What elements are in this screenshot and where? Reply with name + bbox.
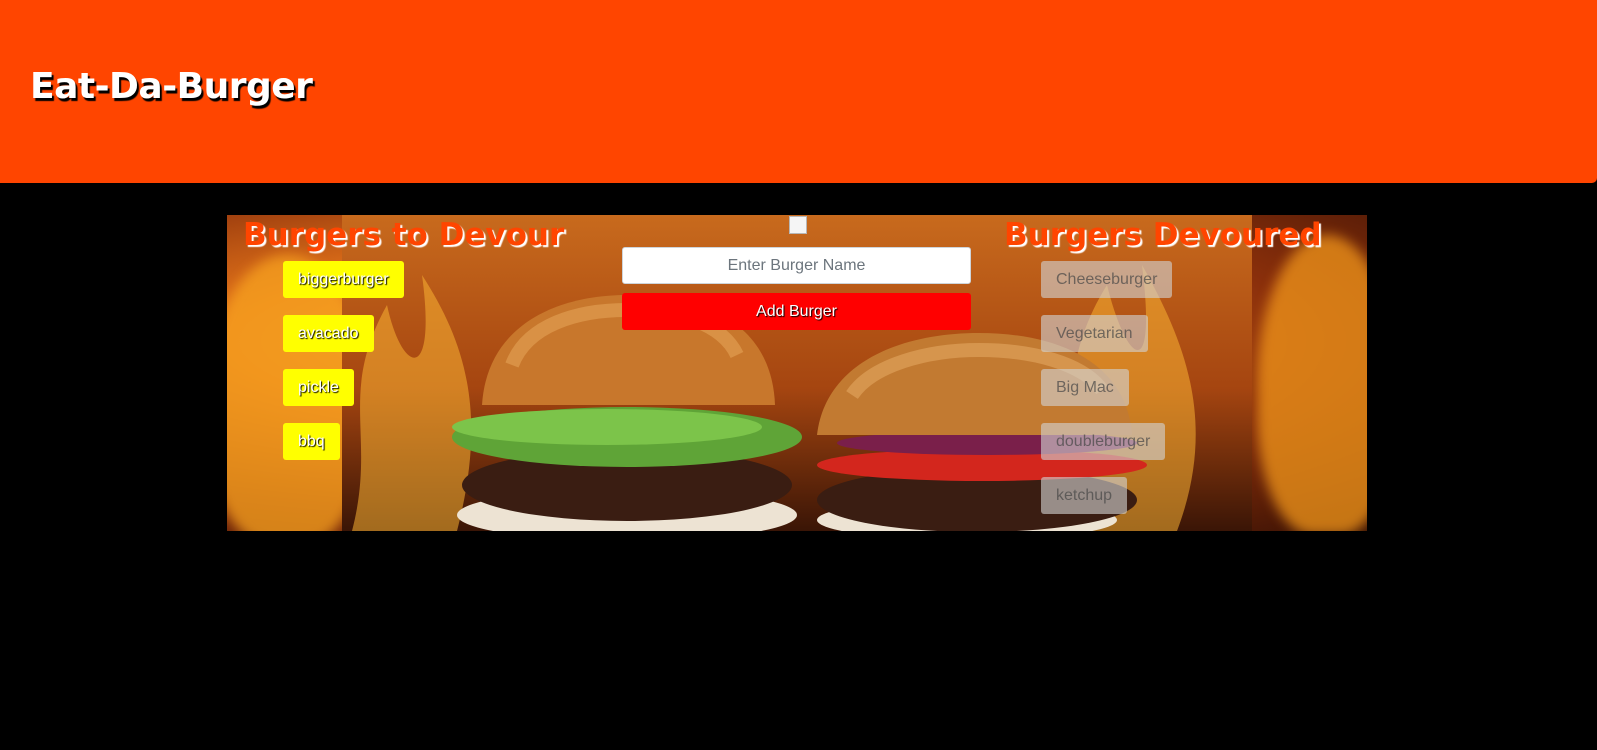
devour-burger-button[interactable]: bbq [283, 423, 340, 460]
devoured-burger-button[interactable]: Big Mac [1041, 369, 1129, 406]
burger-left [452, 295, 802, 531]
burger-name-input[interactable] [622, 247, 971, 284]
list-item: Vegetarian [1041, 315, 1172, 352]
list-item: pickle [283, 369, 404, 406]
devoured-burger-button[interactable]: doubleburger [1041, 423, 1166, 460]
list-item: avacado [283, 315, 404, 352]
list-item: Big Mac [1041, 369, 1172, 406]
broken-image-icon [789, 216, 807, 234]
page-header: Eat-Da-Burger [0, 0, 1597, 183]
list-item: ketchup [1041, 477, 1172, 514]
devoured-burger-button[interactable]: ketchup [1041, 477, 1128, 514]
devour-burger-button[interactable]: biggerburger [283, 261, 404, 298]
burgers-to-devour-list: biggerburger avacado pickle bbq [283, 261, 404, 477]
burgers-devoured-list: Cheeseburger Vegetarian Big Mac doublebu… [1041, 261, 1173, 531]
burgers-to-devour-title: Burgers to Devour [243, 217, 565, 253]
devoured-burger-button[interactable]: Cheeseburger [1041, 261, 1173, 298]
list-item: bbq [283, 423, 404, 460]
devour-burger-button[interactable]: pickle [283, 369, 354, 406]
burgers-devoured-title: Burgers Devoured [1004, 217, 1322, 253]
add-burger-button[interactable]: Add Burger [622, 293, 971, 330]
list-item: biggerburger [283, 261, 404, 298]
devour-burger-button[interactable]: avacado [283, 315, 374, 352]
app-title: Eat-Da-Burger [30, 66, 313, 107]
devoured-burger-button[interactable]: Vegetarian [1041, 315, 1148, 352]
list-item: doubleburger [1041, 423, 1172, 460]
list-item: Cheeseburger [1041, 261, 1173, 298]
hero-panel: Burgers to Devour biggerburger avacado p… [227, 215, 1367, 531]
